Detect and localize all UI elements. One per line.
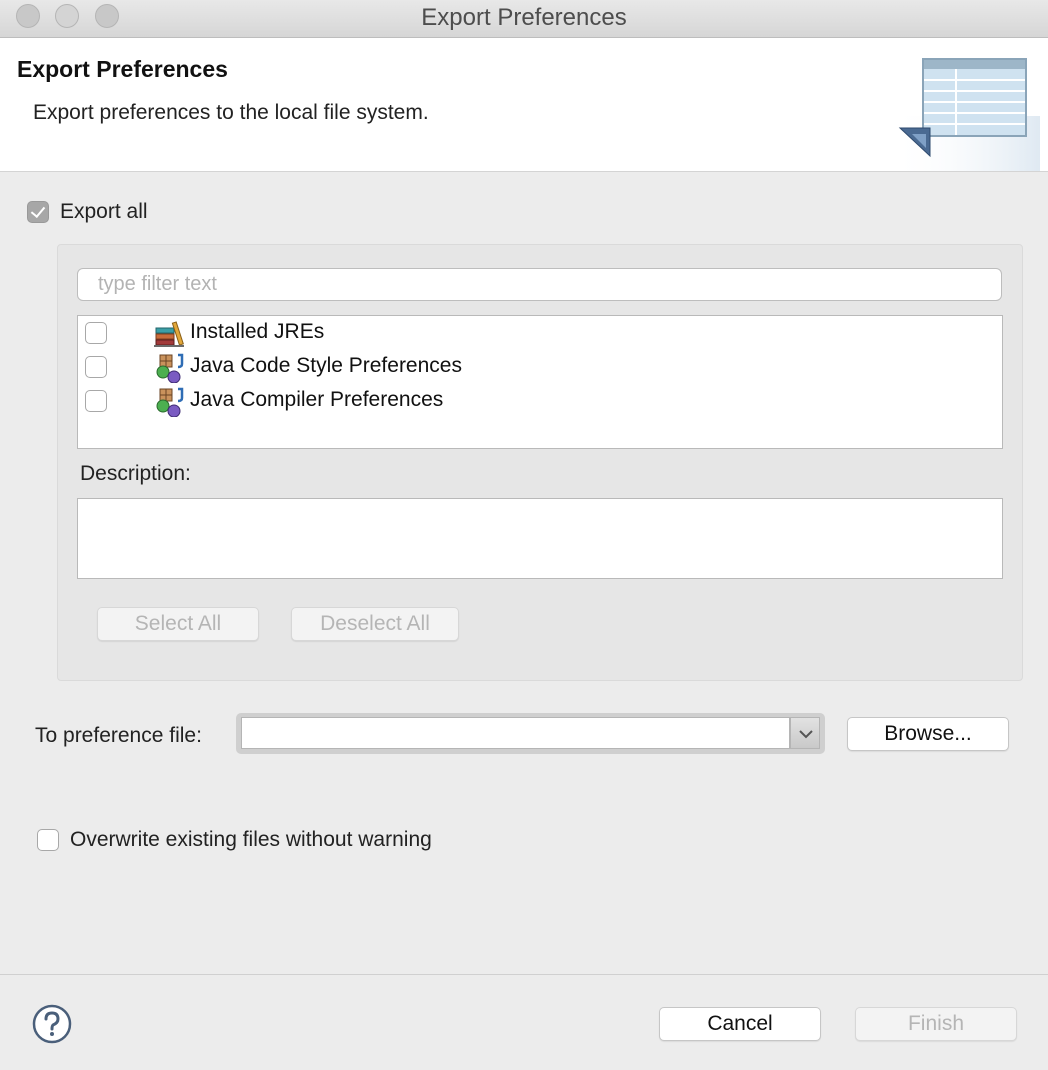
help-icon[interactable] <box>32 1004 72 1044</box>
preference-file-combo[interactable] <box>241 717 790 749</box>
preference-file-dropdown-button[interactable] <box>790 717 820 749</box>
export-preferences-dialog: Export Preferences Export Preferences Ex… <box>0 0 1048 1070</box>
export-all-checkbox[interactable] <box>27 201 49 223</box>
java-preferences-icon <box>156 353 184 383</box>
list-item-checkbox[interactable] <box>85 356 107 378</box>
cancel-button[interactable]: Cancel <box>659 1007 821 1041</box>
preferences-tree[interactable]: Installed JREs Java Code Style Preferenc… <box>77 315 1003 449</box>
list-item-checkbox[interactable] <box>85 390 107 412</box>
finish-button[interactable]: Finish <box>855 1007 1017 1041</box>
list-item[interactable]: Java Code Style Preferences <box>78 350 1002 384</box>
overwrite-label: Overwrite existing files without warning <box>70 828 432 851</box>
deselect-all-button[interactable]: Deselect All <box>291 607 459 641</box>
list-item-label: Java Compiler Preferences <box>190 388 444 411</box>
list-item[interactable]: Installed JREs <box>78 316 1002 350</box>
list-item-label: Java Code Style Preferences <box>190 354 462 377</box>
jre-library-icon <box>154 321 184 347</box>
preference-file-label: To preference file: <box>35 724 202 747</box>
description-label: Description: <box>80 462 191 485</box>
select-all-button[interactable]: Select All <box>97 607 259 641</box>
footer-separator <box>0 974 1048 975</box>
description-text-area[interactable] <box>77 498 1003 579</box>
overwrite-checkbox[interactable] <box>37 829 59 851</box>
window-title: Export Preferences <box>421 4 627 31</box>
list-item-label: Installed JREs <box>190 320 325 343</box>
banner-description: Export preferences to the local file sys… <box>33 101 429 124</box>
banner-title: Export Preferences <box>17 56 228 82</box>
filter-input[interactable] <box>77 268 1002 301</box>
list-item[interactable]: Java Compiler Preferences <box>78 384 1002 418</box>
browse-button[interactable]: Browse... <box>847 717 1009 751</box>
chevron-down-icon <box>799 730 813 739</box>
export-all-label: Export all <box>60 200 148 223</box>
java-preferences-icon <box>156 387 184 417</box>
wizard-banner: Export Preferences Export preferences to… <box>0 38 1048 172</box>
list-item-checkbox[interactable] <box>85 322 107 344</box>
export-wizard-banner-icon <box>890 58 1040 171</box>
title-bar: Export Preferences <box>0 0 1048 38</box>
